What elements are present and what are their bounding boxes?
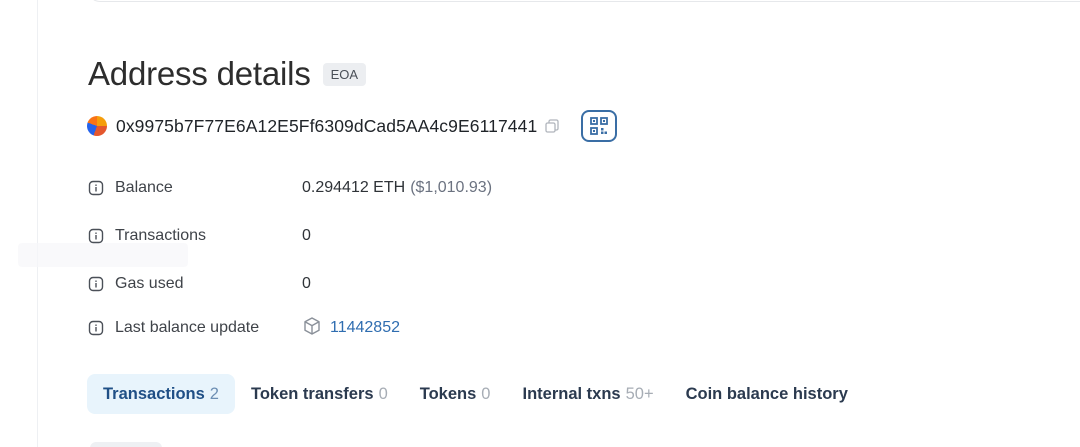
detail-row-balance: Balance 0.294412 ETH ($1,010.93) xyxy=(88,168,988,208)
sidebar xyxy=(0,0,38,447)
tab-count: 50+ xyxy=(625,384,654,403)
tab-internal-txns[interactable]: Internal txns 50+ xyxy=(506,374,669,414)
copy-icon[interactable] xyxy=(545,119,559,133)
last-balance-update-value: 11442852 xyxy=(302,316,400,341)
balance-eth: 0.294412 ETH xyxy=(302,179,406,196)
eoa-badge: EOA xyxy=(322,62,367,86)
tab-label: Tokens xyxy=(419,384,477,403)
address-avatar xyxy=(87,116,107,136)
qr-code-button[interactable] xyxy=(581,110,618,142)
detail-row-last-balance-update: Last balance update 11442852 xyxy=(88,308,988,348)
tab-label: Transactions xyxy=(103,384,205,403)
address-hash[interactable]: 0x9975b7F77E6A12E5Ff6309dCad5AA4c9E61174… xyxy=(116,116,537,137)
balance-usd: ($1,010.93) xyxy=(410,179,493,196)
transactions-value: 0 xyxy=(302,227,311,244)
title-row: Address details EOA xyxy=(88,54,367,94)
info-icon[interactable] xyxy=(88,180,104,196)
tab-label: Internal txns xyxy=(522,384,621,403)
tab-coin-balance-history[interactable]: Coin balance history xyxy=(670,374,864,414)
tab-token-transfers[interactable]: Token transfers 0 xyxy=(235,374,404,414)
detail-label: Balance xyxy=(115,179,173,196)
top-card xyxy=(88,0,1080,2)
info-icon[interactable] xyxy=(88,276,104,292)
page-title: Address details xyxy=(88,55,311,92)
balance-value: 0.294412 ETH ($1,010.93) xyxy=(302,179,492,197)
block-icon xyxy=(302,316,322,341)
address-row: 0x9975b7F77E6A12E5Ff6309dCad5AA4c9E61174… xyxy=(87,110,618,142)
tab-transactions[interactable]: Transactions 2 xyxy=(87,374,235,414)
info-icon[interactable] xyxy=(88,320,104,336)
detail-label: Transactions xyxy=(115,227,206,244)
detail-label: Gas used xyxy=(115,275,184,292)
page: Address details EOA 0x9975b7F77E6A12E5Ff… xyxy=(0,0,1080,447)
detail-row-gas-used: Gas used 0 xyxy=(88,264,988,304)
content-placeholder xyxy=(90,442,162,447)
tab-count: 2 xyxy=(209,384,219,403)
tab-label: Coin balance history xyxy=(685,384,848,403)
detail-row-transactions: Transactions 0 xyxy=(88,216,988,256)
tab-count: 0 xyxy=(378,384,388,403)
block-number-link[interactable]: 11442852 xyxy=(330,319,400,337)
tab-label: Token transfers xyxy=(250,384,374,403)
detail-label: Last balance update xyxy=(115,319,260,336)
gas-used-value: 0 xyxy=(302,275,311,292)
tabs-bar: Transactions 2 Token transfers 0 Tokens … xyxy=(87,374,864,414)
qr-code-icon xyxy=(590,117,609,135)
tab-tokens[interactable]: Tokens 0 xyxy=(404,374,507,414)
info-icon[interactable] xyxy=(88,228,104,244)
tab-count: 0 xyxy=(481,384,491,403)
